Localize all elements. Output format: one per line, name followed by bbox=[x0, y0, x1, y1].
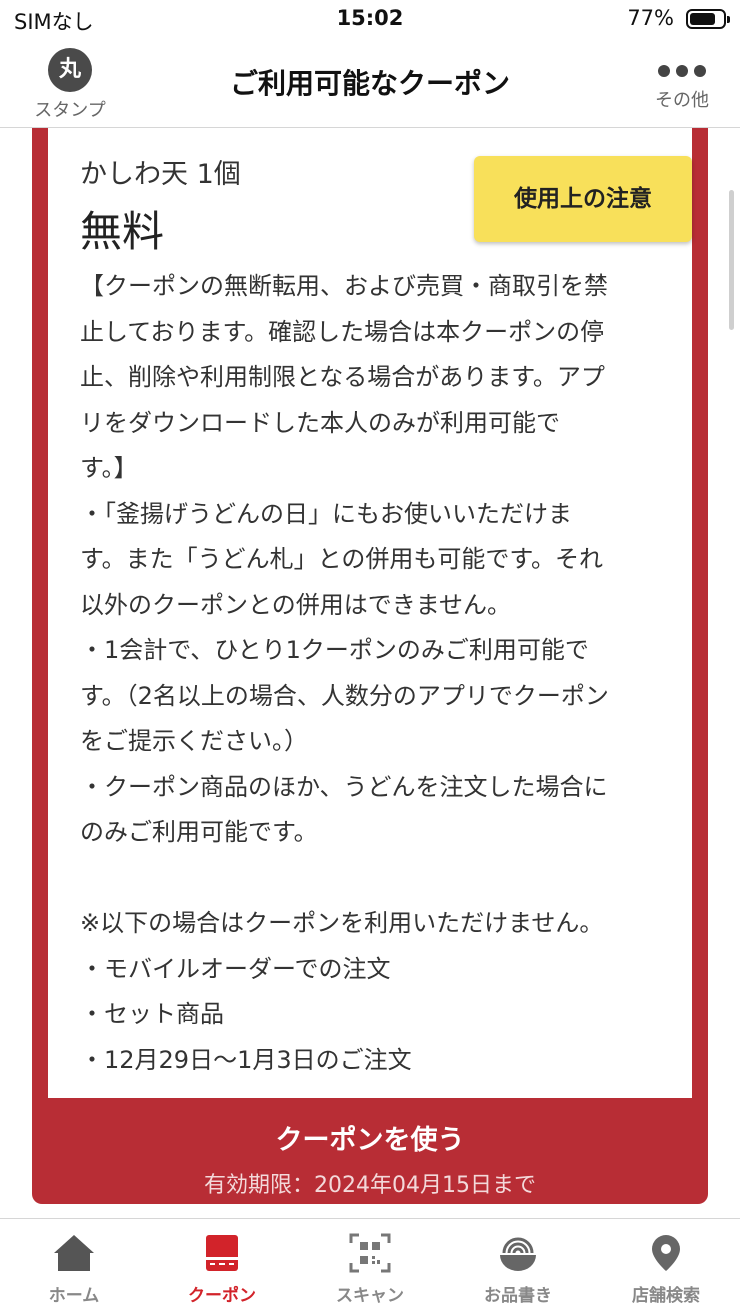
terms-line: す。（2名以上の場合、人数分のアプリでクーポン bbox=[80, 681, 609, 710]
more-dots-icon bbox=[648, 60, 716, 82]
terms-line: のみご利用可能です。 bbox=[80, 818, 318, 846]
battery-tip bbox=[727, 16, 730, 23]
terms-line: ・「釜揚げうどんの日」にもお使いいただけま bbox=[80, 499, 572, 528]
terms-line: 以外のクーポンとの併用はできません。 bbox=[80, 590, 512, 619]
tab-label: クーポン bbox=[188, 1286, 256, 1306]
coupon-terms: 【クーポンの無断転用、および売買・商取引を禁 止しております。確認した場合は本クー… bbox=[80, 264, 660, 1083]
coupon-item-name: かしわ天 1個 bbox=[80, 159, 241, 190]
more-label: その他 bbox=[655, 90, 709, 111]
use-coupon-button[interactable]: クーポンを使う 有効期限：2024年04月15日まで bbox=[32, 1098, 708, 1204]
terms-line: ・セット商品 bbox=[80, 1000, 224, 1028]
terms-line: す。】 bbox=[80, 454, 138, 482]
coupon-icon bbox=[206, 1235, 238, 1271]
tab-label: ホーム bbox=[48, 1286, 100, 1306]
terms-line: 止、削除や利用制限となる場合があります。アプ bbox=[80, 363, 605, 391]
coupon-card: かしわ天 1個 無料 【クーポンの無断転用、および売買・商取引を禁 止しております… bbox=[32, 128, 708, 1204]
terms-line: ・1会計で、ひとり1クーポンのみご利用可能で bbox=[80, 636, 589, 664]
tab-label: お品書き bbox=[484, 1286, 552, 1306]
terms-line: ・クーポン商品のほか、うどんを注文した場合に bbox=[80, 772, 608, 801]
terms-line: す。また「うどん札」との併用も可能です。それ bbox=[80, 545, 603, 573]
terms-blank-line bbox=[80, 856, 660, 902]
coupon-details: かしわ天 1個 無料 【クーポンの無断転用、および売買・商取引を禁 止しております… bbox=[48, 128, 692, 1098]
status-bar: SIMなし 15:02 77% bbox=[0, 0, 740, 40]
terms-line: をご提示ください。） bbox=[80, 727, 308, 755]
terms-line: ・12月29日〜1月3日のご注文 bbox=[80, 1045, 412, 1074]
tab-bar: ホーム クーポン スキャン お品書き 店舗検索 bbox=[0, 1218, 740, 1316]
page-title: ご利用可能なクーポン bbox=[229, 67, 510, 100]
tab-label: 店舗検索 bbox=[632, 1286, 700, 1306]
tab-home[interactable]: ホーム bbox=[0, 1219, 148, 1316]
terms-line: ・モバイルオーダーでの注文 bbox=[80, 954, 391, 983]
nav-header: 丸 スタンプ ご利用可能なクーポン その他 bbox=[0, 40, 740, 128]
more-button[interactable]: その他 bbox=[648, 60, 716, 112]
tab-scan[interactable]: スキャン bbox=[296, 1219, 444, 1316]
battery-fill bbox=[690, 13, 715, 25]
tab-label: スキャン bbox=[336, 1286, 404, 1306]
location-pin-icon bbox=[652, 1235, 680, 1271]
terms-line: リをダウンロードした本人のみが利用可能で bbox=[80, 408, 560, 437]
use-coupon-label: クーポンを使う bbox=[275, 1125, 465, 1156]
battery-percent: 77% bbox=[627, 6, 674, 30]
home-icon bbox=[54, 1235, 94, 1271]
scroll-indicator[interactable] bbox=[729, 190, 734, 330]
tab-menu[interactable]: お品書き bbox=[444, 1219, 592, 1316]
qr-scan-icon bbox=[349, 1233, 391, 1273]
tab-store-search[interactable]: 店舗検索 bbox=[592, 1219, 740, 1316]
tab-coupon[interactable]: クーポン bbox=[148, 1219, 296, 1316]
menu-bowl-icon bbox=[500, 1237, 536, 1271]
coupon-expiry: 有効期限：2024年04月15日まで bbox=[204, 1173, 536, 1198]
coupon-value: 無料 bbox=[80, 207, 165, 256]
terms-line: 【クーポンの無断転用、および売買・商取引を禁 bbox=[80, 272, 608, 300]
battery-icon bbox=[686, 9, 730, 29]
terms-line: ※以下の場合はクーポンを利用いただけません。 bbox=[80, 909, 604, 937]
usage-notice-button[interactable]: 使用上の注意 bbox=[474, 156, 692, 242]
terms-line: 止しております。確認した場合は本クーポンの停 bbox=[80, 317, 605, 346]
